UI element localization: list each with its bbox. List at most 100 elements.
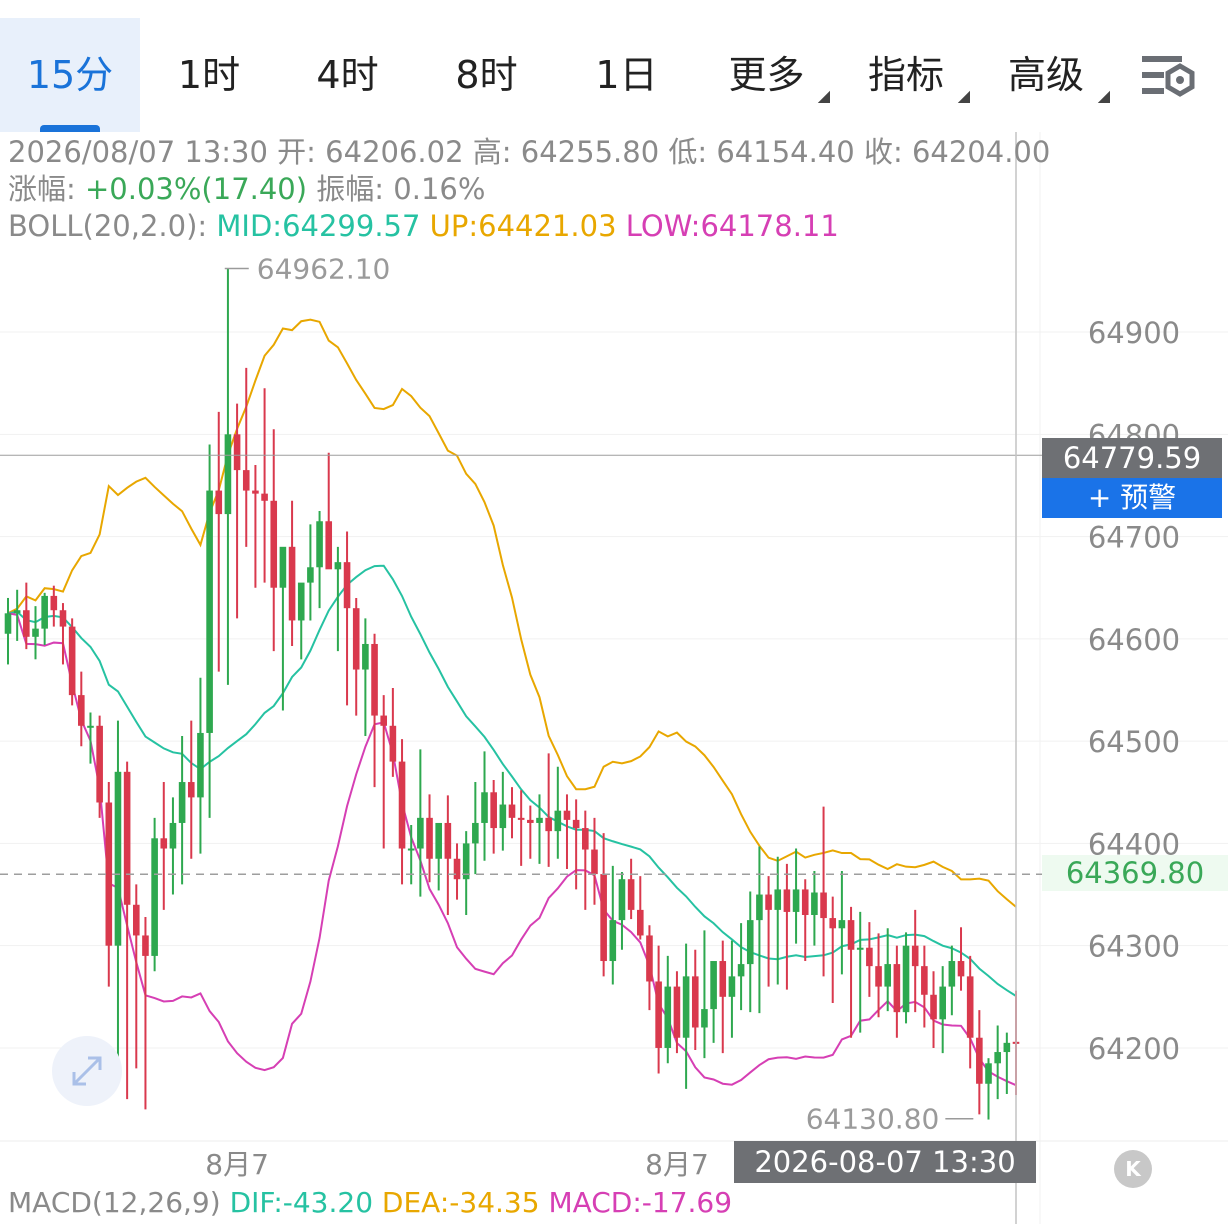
open-value: 64206.02 (325, 135, 464, 169)
tab-5[interactable]: 更多 ◢ (697, 18, 836, 132)
price-alert-box[interactable]: 64779.59 + 预警 (1042, 438, 1222, 518)
candle (242, 367, 250, 547)
candle-body (50, 595, 58, 611)
tab-2[interactable]: 4时 (278, 18, 417, 132)
y-tick-label: 64300 (1088, 930, 1180, 964)
y-tick-label: 64900 (1088, 316, 1180, 350)
tab-4[interactable]: 1日 (556, 18, 697, 132)
candle (270, 429, 278, 652)
candle (792, 848, 800, 944)
tab-label: 1日 (595, 53, 658, 97)
candle-body (600, 874, 607, 962)
candle (856, 911, 864, 1033)
macd-value: MACD:-17.69 (548, 1186, 733, 1219)
candle (746, 891, 754, 1013)
candle (701, 930, 708, 1059)
dropdown-arrow-icon: ◢ (1097, 86, 1110, 105)
candle-body (316, 521, 323, 568)
candle (728, 940, 736, 1038)
candle-body (334, 562, 342, 570)
candle (737, 923, 745, 1011)
candle-body (96, 725, 103, 803)
candle (444, 795, 452, 915)
boll-low: LOW:64178.11 (625, 209, 839, 243)
candle-body (856, 947, 864, 950)
candle-body (664, 986, 672, 1048)
boll-low-line (7, 612, 1017, 1087)
tab-3[interactable]: 8时 (417, 18, 556, 132)
candle-body (838, 920, 846, 929)
candle-body (142, 935, 149, 956)
annotations: 64962.10 64130.80 (0, 132, 1042, 1224)
candle (398, 739, 406, 885)
ohlc-info: 2026/08/07 13:30 开: 64206.02 高: 64255.80… (8, 134, 1050, 245)
macd-label: MACD(12,26,9) (8, 1186, 221, 1219)
candle (169, 797, 177, 895)
tab-6[interactable]: 指标 ◢ (836, 18, 976, 132)
candle (976, 1010, 983, 1115)
candle (664, 955, 672, 1064)
change-label: 涨幅: (8, 172, 76, 206)
candle-body (682, 976, 690, 1038)
candle-body (78, 695, 85, 726)
candle (508, 787, 516, 839)
candle (160, 782, 168, 910)
candle-body (472, 822, 479, 844)
add-alert-button[interactable]: + 预警 (1042, 478, 1222, 518)
candle-body (765, 894, 772, 910)
min-price-label: 64130.80 (806, 1103, 940, 1136)
candle (499, 771, 507, 851)
settings-button[interactable] (1138, 50, 1198, 102)
candle (527, 805, 534, 859)
candle-body (178, 782, 186, 823)
candle-body (792, 889, 800, 912)
candle (774, 856, 782, 985)
candle-body (490, 792, 497, 829)
candle-body (921, 966, 928, 995)
tab-label: 指标 (867, 53, 944, 97)
candle (123, 761, 131, 1100)
candle (288, 500, 296, 647)
candle-body (582, 828, 589, 850)
candle (233, 403, 241, 619)
x-axis: 8月7 8月7 (205, 1148, 708, 1181)
candle-body (673, 986, 681, 1038)
candle (41, 592, 48, 645)
candle-body (132, 904, 140, 936)
candle-body (517, 817, 525, 820)
candle (783, 863, 791, 990)
candle (554, 766, 562, 859)
candle (307, 524, 314, 621)
candle (646, 925, 653, 1011)
candle-body (481, 792, 488, 823)
tab-7[interactable]: 高级 ◢ (976, 18, 1116, 132)
candle-body (215, 490, 223, 515)
close-label: 收: (863, 135, 903, 169)
candle-body (618, 879, 626, 921)
tab-label: 4时 (316, 53, 379, 97)
candle-body (911, 945, 919, 967)
candle (224, 268, 232, 685)
candle (197, 677, 204, 854)
candle (655, 945, 662, 1074)
kline-toggle-button[interactable]: K (1114, 1150, 1152, 1188)
candle (765, 876, 772, 987)
tab-1[interactable]: 1时 (140, 18, 278, 132)
candle-body (206, 490, 213, 733)
tab-0[interactable]: 15分 (0, 18, 140, 132)
candle-body (426, 817, 433, 859)
candle-body (710, 961, 717, 1010)
x-tick-label: 8月7 (205, 1148, 269, 1181)
candle (545, 753, 552, 867)
candle (453, 843, 461, 900)
candle (600, 833, 607, 977)
candle (50, 585, 58, 627)
candle (325, 452, 333, 570)
candle-body (123, 771, 131, 905)
candle (866, 922, 873, 997)
candle (801, 879, 809, 962)
candle-body (591, 849, 598, 875)
candle-body (866, 947, 873, 967)
candle-body (976, 1037, 983, 1084)
expand-chart-button[interactable] (52, 1036, 122, 1106)
